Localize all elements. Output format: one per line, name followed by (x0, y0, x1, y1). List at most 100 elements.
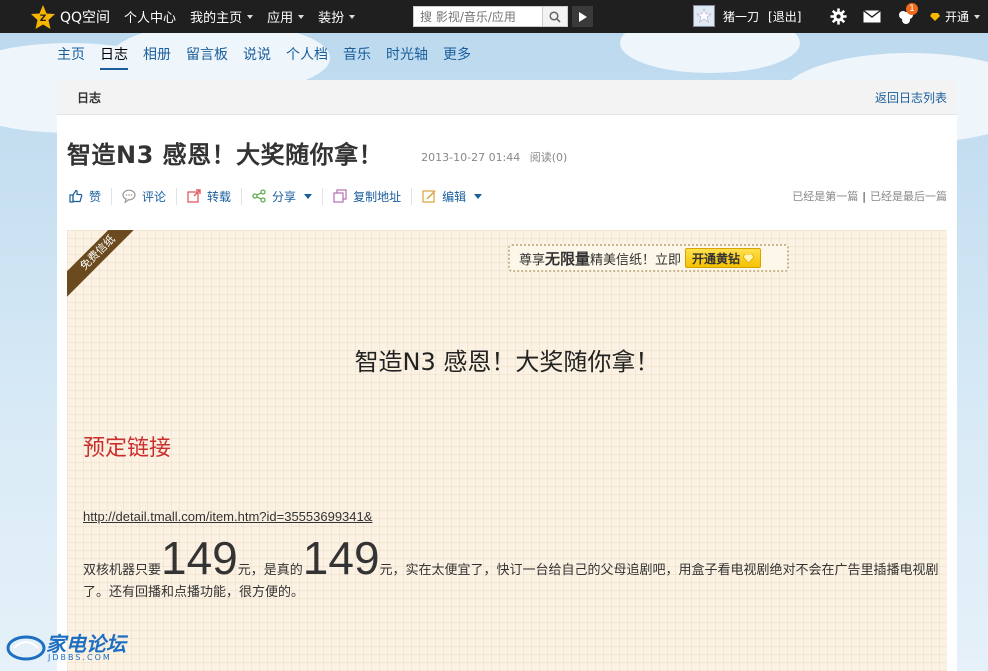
post-pagination: 已经是第一篇 | 已经是最后一篇 (792, 188, 947, 204)
tab-music[interactable]: 音乐 (343, 44, 371, 70)
post-title-row: 智造N3 感恩！大奖随你拿！ 2013-10-27 01:44 阅读(0) (67, 135, 573, 170)
copy-label: 复制地址 (353, 189, 402, 204)
nav-label: 应用 (267, 11, 294, 26)
search-go-button[interactable] (572, 6, 593, 27)
share-nodes-icon (252, 189, 266, 203)
nav-label: 个人中心 (124, 11, 177, 26)
tab-home[interactable]: 主页 (57, 44, 85, 70)
comment-button[interactable]: 评论 (112, 187, 178, 205)
chevron-down-icon (974, 14, 981, 19)
open-yellow-diamond-button[interactable]: 开通黄钻 (685, 248, 762, 268)
nav-label: 装扮 (318, 11, 345, 26)
post-toolbar: 赞 评论 转载 分享 复制地址 编辑 已经是第一篇 | 已经是最后一篇 (67, 184, 947, 208)
comment-bubble-icon (122, 189, 136, 203)
tab-shuoshuo[interactable]: 说说 (243, 44, 271, 70)
user-info: 猪一刀 [退出] (693, 5, 801, 27)
chevron-down-icon (298, 14, 305, 19)
price-large: 149 (161, 532, 238, 584)
promo-button-label: 开通黄钻 (692, 251, 741, 266)
gear-icon (829, 8, 847, 25)
repost-arrow-icon (187, 189, 201, 203)
nav-apps[interactable]: 应用 (267, 7, 305, 26)
body-text: 双核机器只要 (83, 563, 162, 578)
notifications-button[interactable]: 1 (896, 2, 918, 27)
top-bar: Z QQ空间 个人中心 我的主页 应用 装扮 猪一刀 [退出] (0, 0, 988, 33)
post-title: 智造N3 感恩！大奖随你拿！ (67, 141, 384, 169)
mail-icon (863, 10, 881, 23)
post-date: 2013-10-27 01:44 (421, 151, 521, 164)
last-post-indicator: 已经是最后一篇 (870, 190, 947, 203)
space-nav: 主页 日志 相册 留言板 说说 个人档 音乐 时光轴 更多 (57, 44, 486, 70)
tab-timeline[interactable]: 时光轴 (386, 44, 428, 70)
repost-button[interactable]: 转载 (177, 187, 243, 205)
watermark-text-block: 家电论坛 JDBBS.COM (46, 633, 126, 662)
nav-my-homepage[interactable]: 我的主页 (190, 7, 254, 26)
back-to-list-link[interactable]: 返回日志列表 (875, 89, 947, 106)
letter-paper-content: 免费信纸 尊享 无限量 精美信纸！立即 开通黄钻 智造N3 感恩！大奖随你拿！ 预定… (67, 230, 947, 671)
watermark-name: 家电论坛 (46, 632, 126, 656)
edit-button[interactable]: 编辑 (412, 188, 492, 205)
tab-album[interactable]: 相册 (143, 44, 171, 70)
open-vip-button[interactable]: 开通 (930, 8, 981, 25)
post-reads: 阅读(0) (529, 151, 568, 164)
share-label: 分享 (272, 189, 297, 204)
nav-decorate[interactable]: 装扮 (318, 7, 356, 26)
nav-label: 我的主页 (190, 11, 243, 26)
username[interactable]: 猪一刀 (723, 8, 759, 25)
panel-title: 日志 (77, 90, 102, 105)
like-label: 赞 (89, 189, 102, 204)
chevron-down-icon (247, 14, 254, 19)
repost-label: 转载 (207, 189, 232, 204)
like-button[interactable]: 赞 (67, 187, 113, 205)
avatar[interactable] (693, 5, 715, 27)
cloud-decoration (620, 33, 800, 73)
post-content-subheading: 预定链接 (83, 436, 172, 461)
share-button[interactable]: 分享 (242, 187, 324, 205)
chevron-down-icon (349, 14, 356, 19)
thumbs-up-icon (69, 189, 83, 203)
open-label: 开通 (945, 10, 970, 24)
star-avatar-icon (696, 8, 712, 23)
free-paper-ribbon: 免费信纸 (67, 230, 144, 299)
logout-link[interactable]: [退出] (768, 8, 801, 25)
tab-guestbook[interactable]: 留言板 (186, 44, 228, 70)
promo-text: 精美信纸！立即 (590, 252, 682, 268)
search-input[interactable] (414, 7, 542, 26)
mail-button[interactable] (862, 7, 882, 27)
tab-more[interactable]: 更多 (443, 44, 471, 70)
vip-paper-promo: 尊享 无限量 精美信纸！立即 开通黄钻 (508, 244, 789, 272)
search-box (413, 6, 568, 27)
chevron-down-icon[interactable] (474, 193, 483, 199)
settings-button[interactable] (828, 7, 848, 27)
post-content-body: 双核机器只要149元，是真的149元，实在太便宜了，快订一台给自己的父母追剧吧，… (83, 533, 943, 603)
post-meta: 2013-10-27 01:44 阅读(0) (421, 149, 573, 165)
forum-logo-icon (6, 635, 46, 660)
body-text: 元，是真的 (237, 563, 303, 578)
top-right-icons: 1 开通 (828, 0, 981, 33)
logo-text: QQ空间 (60, 9, 111, 26)
nav-personal-center[interactable]: 个人中心 (124, 7, 176, 26)
comment-label: 评论 (142, 189, 167, 204)
yellow-diamond-icon (930, 12, 940, 21)
tab-blog[interactable]: 日志 (100, 44, 128, 70)
product-link[interactable]: http://detail.tmall.com/item.htm?id=3555… (83, 509, 372, 524)
copy-icon (333, 189, 347, 203)
watermark-logo: 家电论坛 JDBBS.COM (6, 633, 126, 662)
panel-header: 日志 返回日志列表 (57, 80, 957, 115)
price-large: 149 (302, 532, 380, 584)
tab-profile[interactable]: 个人档 (286, 44, 328, 70)
notification-badge: 1 (906, 2, 918, 15)
chevron-down-icon[interactable] (304, 193, 313, 199)
edit-pencil-icon (422, 190, 436, 203)
pagination-separator: | (862, 190, 866, 203)
edit-label: 编辑 (442, 189, 467, 204)
first-post-indicator: 已经是第一篇 (792, 190, 859, 203)
post-content-heading: 智造N3 感恩！大奖随你拿！ (354, 348, 660, 376)
top-nav: 个人中心 我的主页 应用 装扮 (124, 7, 369, 26)
qzone-logo[interactable]: Z QQ空间 (30, 0, 110, 33)
copy-address-button[interactable]: 复制地址 (323, 187, 413, 205)
promo-text: 尊享 (519, 252, 546, 268)
search-button[interactable] (542, 7, 567, 26)
play-arrow-icon (578, 11, 587, 22)
blog-panel: 日志 返回日志列表 智造N3 感恩！大奖随你拿！ 2013-10-27 01:4… (57, 80, 957, 671)
